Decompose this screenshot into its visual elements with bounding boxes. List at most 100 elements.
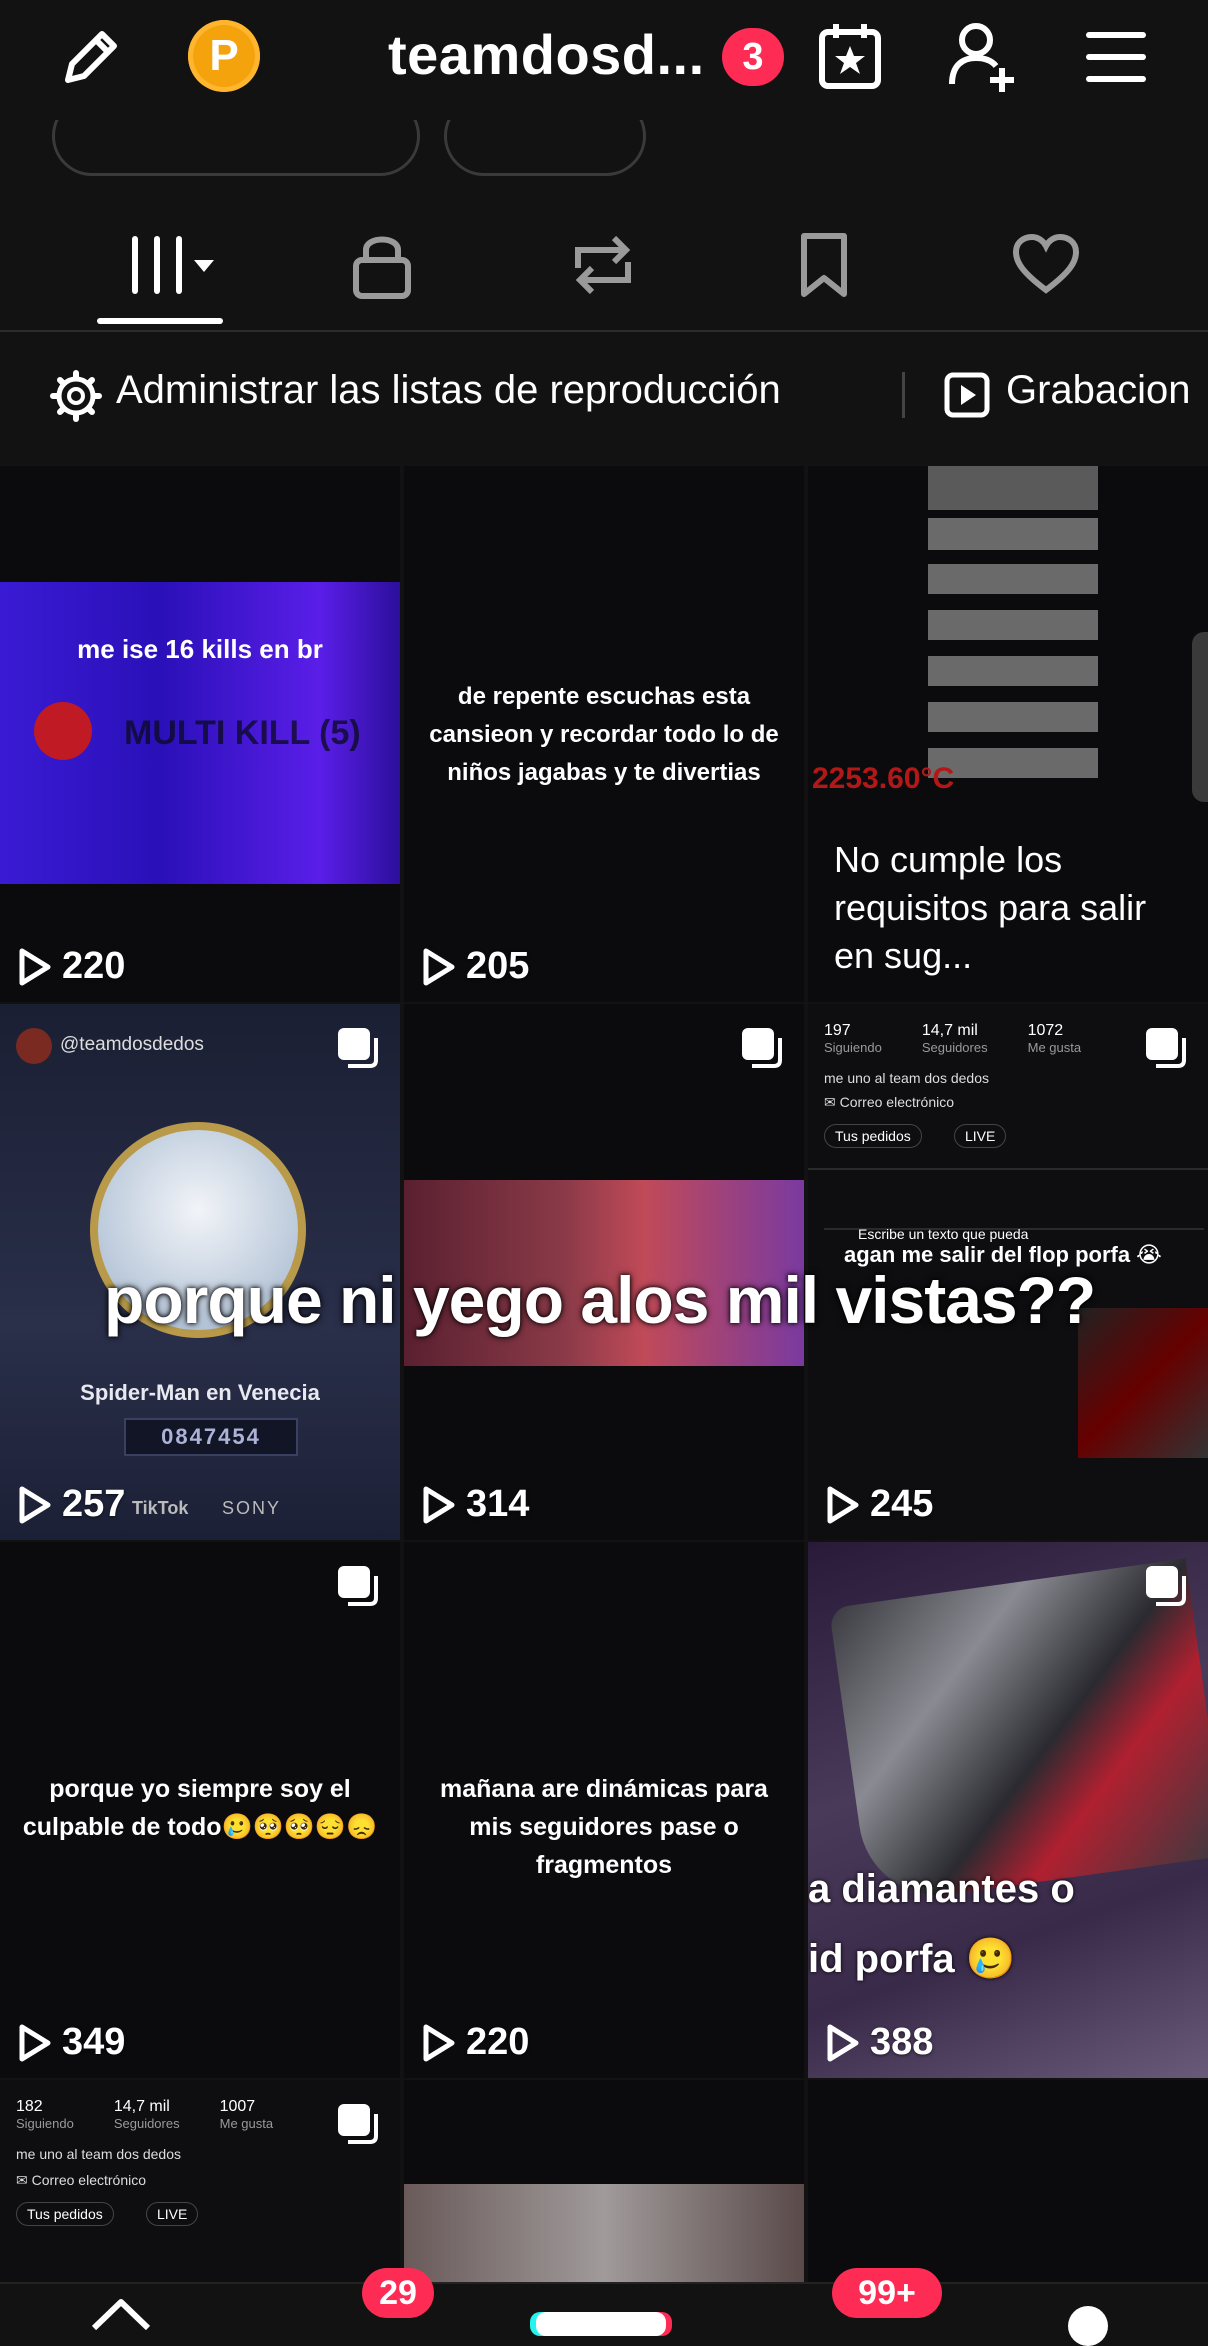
heart-icon[interactable] xyxy=(1012,234,1080,294)
play-icon xyxy=(423,948,455,985)
profile-icon[interactable] xyxy=(1068,2306,1108,2346)
stat-label: Me gusta xyxy=(219,2116,274,2131)
view-count: 220 xyxy=(18,945,125,988)
overlay-caption: porque ni yego alos mil vistas?? xyxy=(104,1263,1096,1337)
play-icon xyxy=(19,1486,51,1523)
video-thumbnail[interactable]: 182 Siguiendo 14,7 mil Seguidores 1007 Me g… xyxy=(0,2080,400,2282)
video-caption: de repente escuchas esta cansieon y reco… xyxy=(429,683,779,786)
multi-photo-icon xyxy=(1146,1566,1186,1606)
notification-badge: 3 xyxy=(722,28,784,86)
multi-photo-icon xyxy=(338,1566,378,1606)
stat-label: Siguiendo xyxy=(16,2116,74,2131)
view-count: 314 xyxy=(422,1483,529,1526)
email-text: ✉ Correo electrónico xyxy=(824,1094,955,1110)
video-caption: porque yo siempre soy el culpable de tod… xyxy=(22,1775,378,1841)
side-scroll-handle[interactable] xyxy=(1192,632,1208,802)
menu-icon[interactable] xyxy=(1084,30,1148,84)
weapon-thumb xyxy=(1078,1308,1208,1458)
stat-number: 182 xyxy=(16,2098,43,2115)
inner-text: Escribe un texto que pueda xyxy=(858,1226,1029,1242)
multi-photo-icon xyxy=(742,1028,782,1068)
mini-divider xyxy=(808,1168,1208,1170)
stat-label: Me gusta xyxy=(1027,1040,1082,1055)
profile-stats: 197 Siguiendo 14,7 mil Seguidores 1072 Me g… xyxy=(824,1022,1184,1055)
video-thumbnail[interactable]: de repente escuchas esta cansieon y reco… xyxy=(404,466,804,1002)
stat-likes: 1007 Me gusta xyxy=(220,2098,273,2131)
video-caption: No cumple los requisitos para salir en s… xyxy=(834,839,1147,976)
bar-graphic xyxy=(928,610,1098,640)
email-text: ✉ Correo electrónico xyxy=(16,2172,147,2188)
temperature-text: 2253.60°C xyxy=(812,762,955,795)
calendar-star-icon[interactable] xyxy=(814,20,886,92)
video-thumbnail[interactable]: me ise 16 kills en br MULTI KILL (5) 220 xyxy=(0,466,400,1002)
username-title[interactable]: teamdosd... xyxy=(388,22,705,87)
email-label: Correo electrónico xyxy=(31,2172,147,2188)
bookmark-icon[interactable] xyxy=(798,232,850,298)
view-count: 257 xyxy=(18,1483,125,1526)
home-icon[interactable] xyxy=(90,2290,152,2330)
add-user-icon[interactable] xyxy=(946,18,1022,94)
orders-mini-pill: Tus pedidos xyxy=(16,2202,114,2226)
stat-label: Siguiendo xyxy=(824,1040,882,1055)
view-count: 205 xyxy=(422,945,529,988)
video-thumbnail[interactable]: mañana are dinámicas para mis seguidores… xyxy=(404,1542,804,2078)
stat-number: 197 xyxy=(824,1022,851,1039)
recordings-button[interactable]: Grabacion xyxy=(1006,368,1191,413)
bar-graphic xyxy=(928,702,1098,732)
bar-graphic xyxy=(928,564,1098,594)
video-thumbnail[interactable] xyxy=(404,2080,804,2282)
repost-icon[interactable] xyxy=(568,232,638,298)
video-top-text: me ise 16 kills en br xyxy=(77,634,323,664)
gear-icon xyxy=(50,370,102,422)
video-thumbnail[interactable]: porque yo siempre soy el culpable de tod… xyxy=(0,1542,400,2078)
videos-grid-tab-icon[interactable] xyxy=(128,234,220,296)
coin-icon[interactable]: P xyxy=(188,20,260,92)
email-label: Correo electrónico xyxy=(839,1094,955,1110)
create-button[interactable] xyxy=(536,2312,666,2336)
view-count-value: 388 xyxy=(870,2021,934,2063)
lock-icon[interactable] xyxy=(350,230,414,300)
multi-photo-icon xyxy=(338,1028,378,1068)
video-caption: a diamantes o id porfa 🥲 xyxy=(808,1867,1075,1981)
view-count-value: 220 xyxy=(62,945,126,987)
stat-number: 14,7 mil xyxy=(113,2098,170,2115)
stat-followers: 14,7 mil Seguidores xyxy=(114,2098,180,2131)
play-icon xyxy=(827,2024,859,2061)
stat-following: 182 Siguiendo xyxy=(16,2098,74,2131)
multikill-text: MULTI KILL (5) xyxy=(124,714,361,752)
stat-number: 1007 xyxy=(219,2098,256,2115)
view-count-value: 245 xyxy=(870,1483,934,1525)
handle-text: @teamdosdedos xyxy=(60,1034,204,1055)
video-thumbnail[interactable]: a diamantes o id porfa 🥲 388 xyxy=(808,1542,1208,2078)
video-thumbnail[interactable]: 2253.60°C No cumple los requisitos para … xyxy=(808,466,1208,1002)
view-count-value: 205 xyxy=(466,945,530,987)
play-icon xyxy=(423,2024,455,2061)
video-caption: mañana are dinámicas para mis seguidores… xyxy=(440,1775,768,1879)
view-count-value: 314 xyxy=(466,1483,530,1525)
top-bar: P teamdosd... 3 xyxy=(0,0,1208,120)
bar-graphic xyxy=(928,656,1098,686)
sony-brand: SONY xyxy=(222,1498,282,1518)
view-count-value: 220 xyxy=(466,2021,530,2063)
view-count-value: 349 xyxy=(62,2021,126,2063)
live-mini-pill: LIVE xyxy=(146,2202,199,2226)
pencil-icon[interactable] xyxy=(54,22,126,94)
stat-label: Seguidores xyxy=(113,2116,180,2131)
manage-playlists-button[interactable]: Administrar las listas de reproducción xyxy=(116,368,781,413)
stat-number: 1072 xyxy=(1027,1022,1064,1039)
stat-likes: 1072 Me gusta xyxy=(1028,1022,1081,1055)
messages-badge: 99+ xyxy=(832,2268,942,2318)
stat-followers: 14,7 mil Seguidores xyxy=(922,1022,988,1055)
stat-label: Seguidores xyxy=(921,1040,988,1055)
stat-following: 197 Siguiendo xyxy=(824,1022,882,1055)
inbox-badge: 29 xyxy=(362,2268,434,2318)
bio-text: me uno al team dos dedos xyxy=(16,2146,181,2162)
video-thumbnail[interactable] xyxy=(808,2080,1208,2282)
stat-number: 14,7 mil xyxy=(921,1022,978,1039)
play-icon xyxy=(423,1486,455,1523)
play-icon xyxy=(19,948,51,985)
avatar xyxy=(16,1028,52,1064)
play-square-icon xyxy=(944,372,990,418)
profile-tabs xyxy=(0,190,1208,332)
orders-mini-pill: Tus pedidos xyxy=(824,1124,922,1148)
